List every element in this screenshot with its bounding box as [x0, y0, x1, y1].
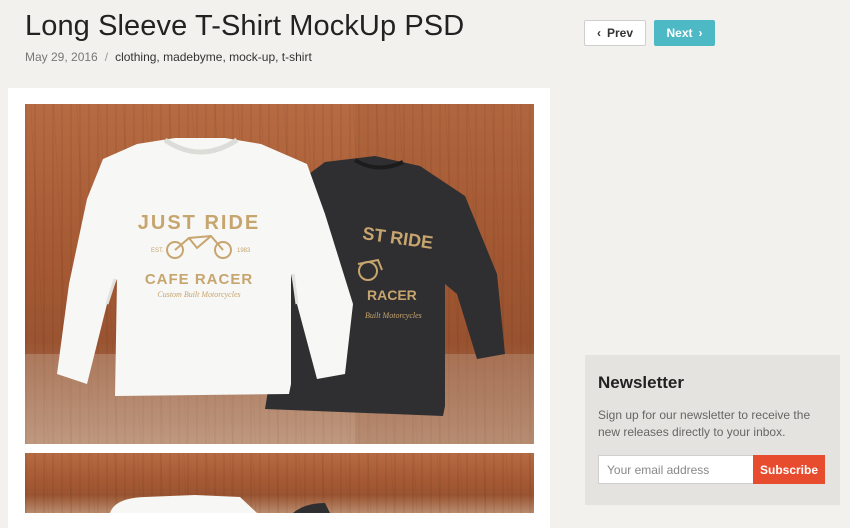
email-field[interactable]: [598, 455, 753, 484]
dark-print-line2: RACER: [367, 287, 417, 303]
page-title: Long Sleeve T-Shirt MockUp PSD: [25, 10, 465, 42]
print-year: 1983: [237, 248, 251, 254]
print-line2: CAFE RACER: [145, 271, 253, 288]
chevron-left-icon: ‹: [596, 26, 601, 40]
mockup-image-2[interactable]: [25, 453, 534, 513]
meta-separator: /: [104, 50, 109, 64]
next-button[interactable]: Next ›: [654, 20, 715, 46]
prev-label: Prev: [606, 26, 634, 40]
print-est: EST.: [151, 248, 164, 254]
newsletter-widget: Newsletter Sign up for our newsletter to…: [585, 355, 840, 505]
post-tags[interactable]: clothing, madebyme, mock-up, t-shirt: [115, 50, 312, 64]
chevron-right-icon: ›: [698, 26, 703, 40]
prev-button[interactable]: ‹ Prev: [584, 20, 646, 46]
newsletter-title: Newsletter: [598, 373, 684, 392]
subscribe-button[interactable]: Subscribe: [753, 455, 825, 484]
print-line1: JUST RIDE: [138, 212, 260, 234]
newsletter-form: Subscribe: [598, 455, 825, 484]
post-date: May 29, 2016: [25, 50, 98, 64]
next-label: Next: [666, 26, 693, 40]
newsletter-description: Sign up for our newsletter to receive th…: [598, 408, 811, 439]
dark-print-line3: Built Motorcycles: [365, 311, 422, 320]
post-content-card: ST RIDE RACER Built Motorcycles JUST RID…: [8, 88, 550, 528]
post-meta: May 29, 2016 / clothing, madebyme, mock-up…: [25, 50, 312, 64]
print-line3: Custom Built Motorcycles: [157, 290, 240, 299]
mockup-image[interactable]: ST RIDE RACER Built Motorcycles JUST RID…: [25, 104, 534, 444]
